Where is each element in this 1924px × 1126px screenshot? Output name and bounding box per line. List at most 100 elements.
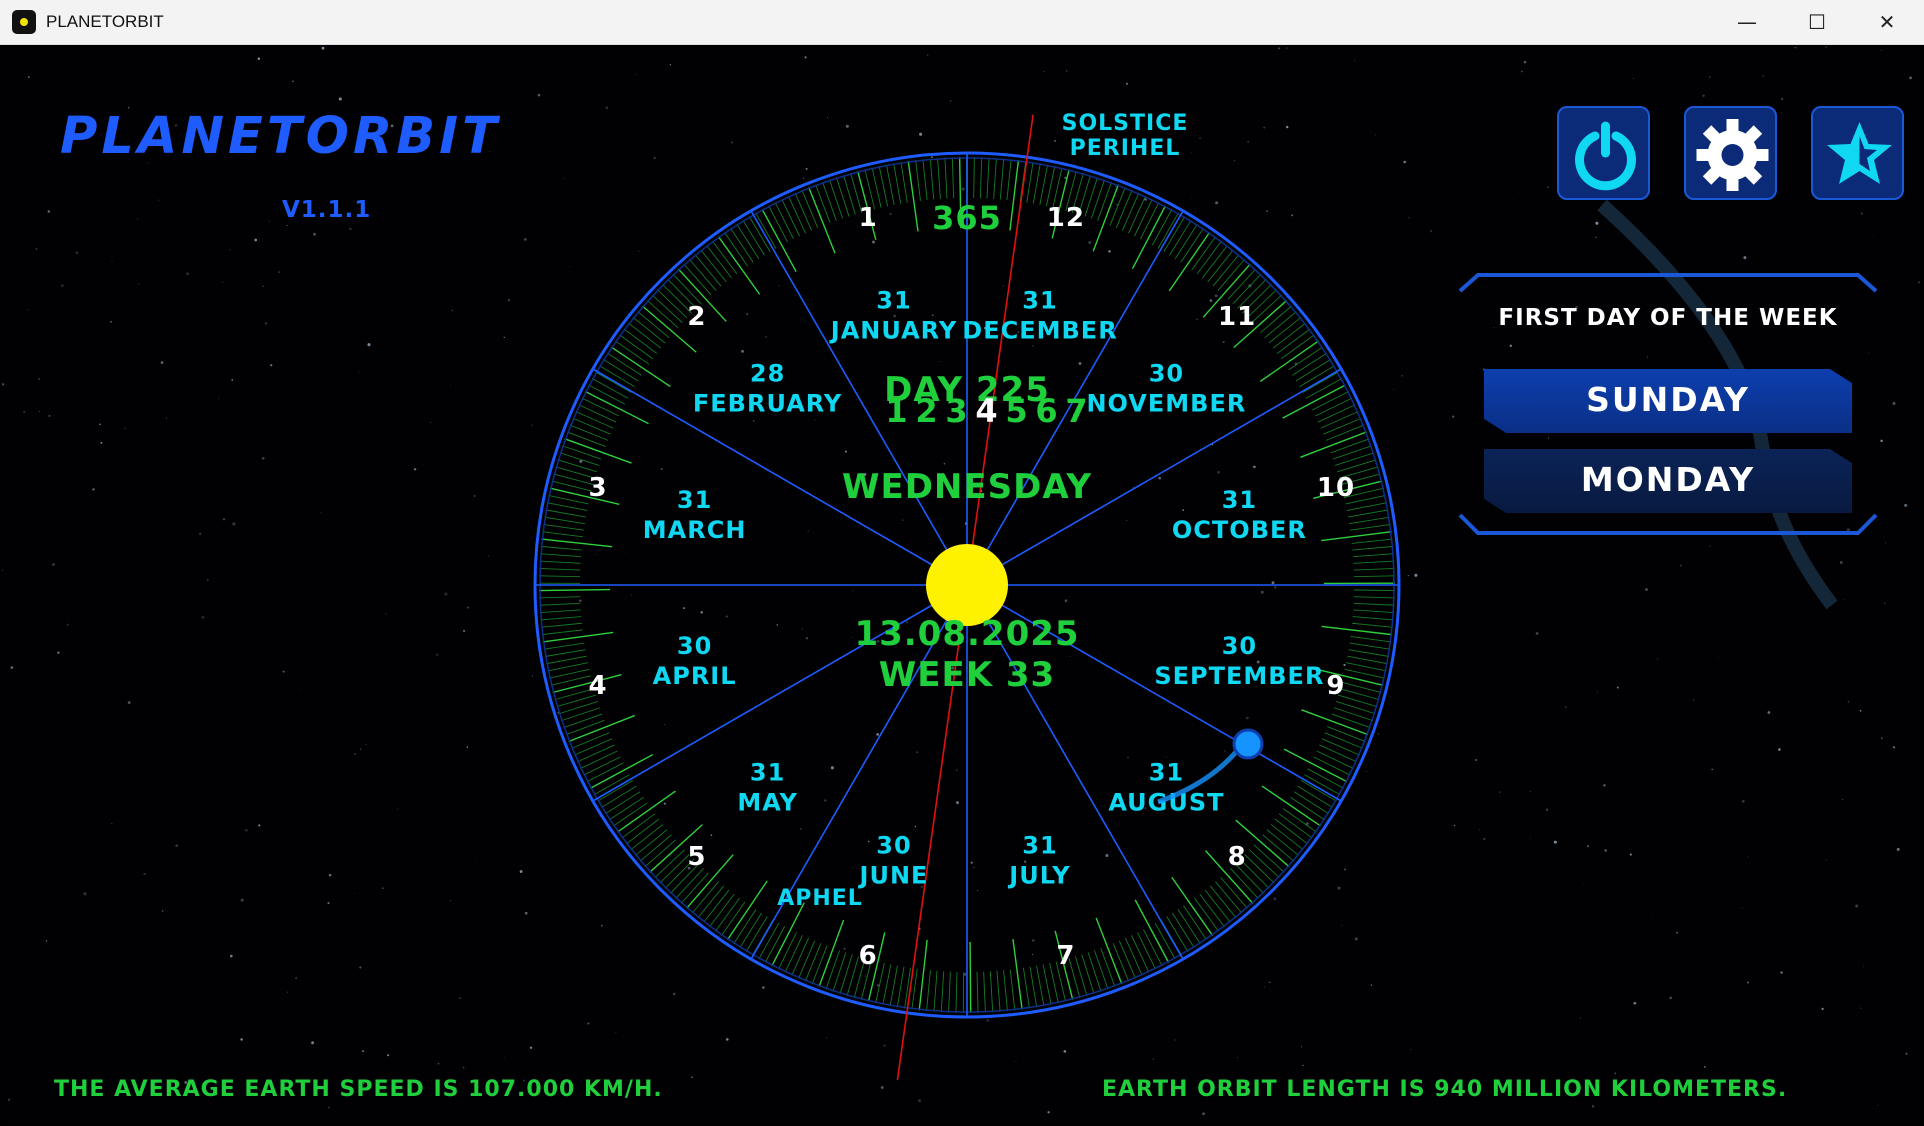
day-tick [926, 970, 931, 1012]
day-tick [922, 159, 928, 201]
day-tick [586, 762, 624, 783]
day-tick [774, 202, 794, 240]
day-tick [1029, 966, 1038, 1008]
day-tick [1321, 738, 1360, 756]
weekday-number: 3 [945, 392, 968, 430]
day-tick [593, 774, 630, 796]
day-tick [1351, 538, 1393, 544]
month-days: 31 [1149, 758, 1184, 786]
day-tick [1032, 163, 1041, 204]
app-icon [12, 10, 36, 34]
day-tick [798, 940, 816, 979]
day-tick [1350, 523, 1391, 531]
day-tick [1045, 166, 1056, 207]
day-tick [843, 175, 856, 215]
minimize-button[interactable]: — [1712, 0, 1782, 44]
month-days: 30 [876, 831, 911, 859]
month-number: 2 [687, 302, 706, 332]
day-tick [1319, 744, 1357, 763]
day-tick [976, 971, 979, 1013]
day-tick [755, 212, 777, 249]
month-name: JANUARY [829, 317, 957, 345]
day-tick [885, 164, 895, 206]
day-tick [1168, 231, 1211, 292]
month-number: 9 [1326, 671, 1345, 701]
day-tick [989, 971, 994, 1013]
day-tick [1302, 371, 1339, 393]
day-tick [808, 187, 836, 254]
day-tick [1348, 649, 1390, 657]
current-date: 13.08.2025 [854, 614, 1079, 654]
day-tick [1336, 459, 1377, 473]
day-tick [1075, 956, 1088, 996]
week-number: WEEK 33 [879, 655, 1055, 695]
day-tick [801, 189, 819, 229]
day-tick [560, 707, 601, 722]
day-tick [1128, 195, 1146, 234]
aphel-label: APHEL [777, 886, 863, 911]
day-tick [1352, 616, 1394, 621]
earth-marker [1232, 728, 1264, 760]
day-tick [1283, 748, 1348, 783]
close-button[interactable]: ✕ [1852, 0, 1922, 44]
day-tick [1352, 553, 1394, 558]
month-number: 12 [1047, 203, 1085, 233]
day-tick [748, 216, 771, 253]
day-tick [569, 424, 609, 441]
orbit-length-text: EARTH ORBIT LENGTH IS 940 MILLION KILOME… [1102, 1077, 1788, 1102]
month-number: 11 [1218, 302, 1256, 332]
monday-button[interactable]: MONDAY [1484, 449, 1852, 513]
day-tick [829, 179, 844, 219]
day-tick [1353, 609, 1395, 614]
day-tick [543, 523, 584, 531]
day-tick [601, 785, 637, 808]
day-tick [933, 970, 938, 1012]
day-tick [1325, 424, 1365, 441]
day-tick [539, 560, 581, 564]
day-tick [745, 916, 768, 952]
day-tick [1090, 179, 1105, 219]
day-tick [986, 157, 990, 199]
day-tick [1166, 916, 1189, 952]
window-title: PLANETORBIT [46, 12, 164, 31]
day-tick [1109, 187, 1126, 226]
day-tick [544, 516, 585, 525]
day-tick [804, 943, 822, 982]
day-tick [825, 950, 840, 990]
day-tick [1100, 947, 1116, 987]
day-tick [1261, 785, 1322, 827]
day-tick [1334, 452, 1375, 466]
day-tick [1003, 970, 1008, 1012]
perihel-label: PERIHEL [1070, 136, 1181, 161]
month-days: 31 [1022, 831, 1057, 859]
sunday-button[interactable]: SUNDAY [1484, 369, 1852, 433]
day-tick [549, 668, 590, 679]
weekday-number: 4 [975, 392, 998, 430]
day-tick [836, 177, 850, 217]
day-tick [539, 609, 581, 614]
day-tick [1036, 965, 1045, 1007]
day-tick [539, 596, 581, 599]
day-tick [1300, 431, 1367, 458]
day-tick [1131, 205, 1167, 269]
day-tick [811, 945, 828, 985]
day-tick [548, 494, 589, 505]
day-tick [969, 941, 972, 1013]
day-tick [564, 438, 632, 464]
day-tick [955, 971, 958, 1013]
month-name: FEBRUARY [693, 390, 842, 418]
day-tick [996, 970, 1001, 1012]
day-tick [546, 502, 588, 511]
day-tick [1353, 560, 1395, 564]
day-tick [768, 205, 789, 243]
day-tick [1009, 969, 1016, 1011]
day-tick [1118, 940, 1136, 979]
day-tick [571, 732, 610, 749]
month-name: DECEMBER [962, 317, 1117, 345]
weekday-number: 2 [915, 392, 938, 430]
month-name: SEPTEMBER [1154, 662, 1324, 690]
day-tick [951, 157, 955, 199]
day-tick [1012, 938, 1023, 1010]
maximize-button[interactable]: ☐ [1782, 0, 1852, 44]
day-tick [563, 713, 603, 729]
